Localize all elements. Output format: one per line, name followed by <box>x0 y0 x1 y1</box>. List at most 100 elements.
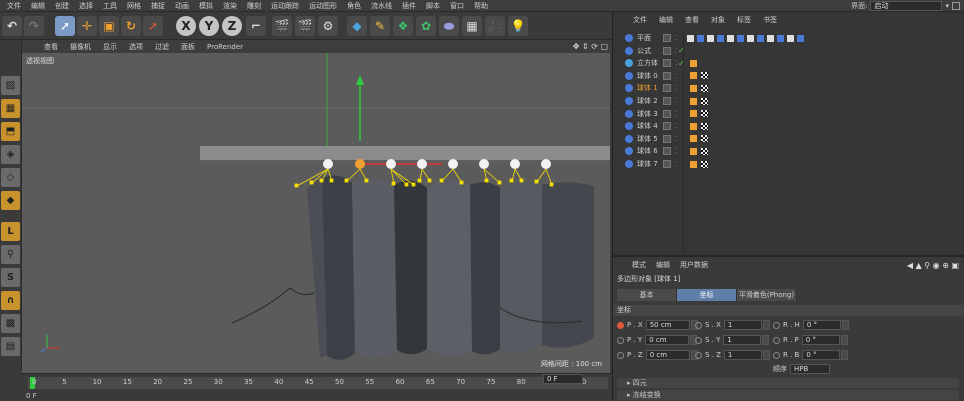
layer-icon[interactable] <box>663 109 671 118</box>
radio-icon[interactable] <box>773 336 780 344</box>
array-icon[interactable]: ✿ <box>416 16 436 36</box>
tab-coord[interactable]: 坐标 <box>677 289 737 301</box>
undo-icon[interactable]: ↶ <box>2 16 22 36</box>
layer-icon[interactable] <box>663 122 671 131</box>
material-tag-icon[interactable] <box>701 84 708 92</box>
menu-motion-tracking[interactable]: 运动跟踪 <box>266 1 304 11</box>
visibility-icon[interactable]: ⁚ <box>675 84 679 92</box>
material-tag-icon[interactable] <box>701 147 708 155</box>
pen-icon[interactable]: ✎ <box>370 16 390 36</box>
layer-icon[interactable] <box>663 134 671 143</box>
tag-icon[interactable] <box>797 34 804 42</box>
om-menu-view[interactable]: 查看 <box>679 15 705 25</box>
render-view-icon[interactable]: 🎬 <box>272 16 292 36</box>
object-row[interactable]: 球体 5 ⁚ <box>615 133 963 145</box>
pos-y-field[interactable]: P . Y0 cm <box>617 335 698 345</box>
radio-icon[interactable] <box>695 321 702 329</box>
layer-icon[interactable] <box>663 84 671 93</box>
menu-select[interactable]: 选择 <box>74 1 98 11</box>
om-menu-object[interactable]: 对象 <box>705 15 731 25</box>
menu-mograph[interactable]: 运动图形 <box>304 1 342 11</box>
tag-icon[interactable] <box>777 34 784 42</box>
object-name[interactable]: 球体 2 <box>637 96 658 106</box>
scale-y-field[interactable]: S . Y1 <box>695 335 770 345</box>
radio-icon[interactable] <box>617 321 624 329</box>
radio-icon[interactable] <box>617 336 624 344</box>
menu-render[interactable]: 渲染 <box>218 1 242 11</box>
viewport-nav-icons[interactable]: ✥ ⇕ ⟳ ▢ <box>573 42 608 51</box>
visibility-icon[interactable]: ⁚ <box>675 135 679 143</box>
chevron-down-icon[interactable]: ▾ <box>945 2 949 10</box>
radio-icon[interactable] <box>773 321 780 329</box>
coordinate-system-icon[interactable]: ⌐ <box>246 16 266 36</box>
x-axis-icon[interactable]: X <box>176 16 196 36</box>
section-freeze-transform[interactable]: ▸ 冻结变换 <box>617 390 959 400</box>
object-name[interactable]: 公式 <box>637 46 651 56</box>
object-row[interactable]: 立方体 ⁚ ✓ <box>615 57 963 69</box>
phong-tag-icon[interactable] <box>690 122 697 130</box>
visibility-icon[interactable]: ⁚ <box>675 160 679 168</box>
object-name[interactable]: 球体 5 <box>637 134 658 144</box>
material-tag-icon[interactable] <box>701 135 708 143</box>
viewport-menu-display[interactable]: 显示 <box>97 42 123 52</box>
material-tag-icon[interactable] <box>701 72 708 80</box>
tag-icon[interactable] <box>757 34 764 42</box>
radio-icon[interactable] <box>617 351 624 359</box>
visibility-icon[interactable]: ⁚ <box>675 34 679 42</box>
object-row[interactable]: 球体 3 ⁚ <box>615 108 963 120</box>
object-name[interactable]: 平面 <box>637 33 651 43</box>
object-name[interactable]: 球体 1 <box>637 83 658 93</box>
object-row[interactable]: 公式 ⁚ ✓ <box>615 45 963 57</box>
pos-x-field[interactable]: P . X 50 cm <box>617 320 698 330</box>
attr-menu-user-data[interactable]: 用户数据 <box>675 260 713 270</box>
tag-icon[interactable] <box>747 34 754 42</box>
phong-tag-icon[interactable] <box>690 84 697 92</box>
workplane-lock-icon[interactable]: ▩ <box>1 314 20 333</box>
phong-tag-icon[interactable] <box>690 110 697 118</box>
visibility-icon[interactable]: ⁚ <box>675 147 679 155</box>
material-tag-icon[interactable] <box>701 97 708 105</box>
layer-icon[interactable] <box>663 46 671 55</box>
menu-plugins[interactable]: 插件 <box>397 1 421 11</box>
tab-phong[interactable]: 平滑着色(Phong) <box>737 289 797 301</box>
object-name[interactable]: 立方体 <box>637 58 658 68</box>
material-tag-icon[interactable] <box>701 110 708 118</box>
deformer-icon[interactable]: ⬬ <box>439 16 459 36</box>
radio-icon[interactable] <box>695 351 702 359</box>
om-menu-file[interactable]: 文件 <box>627 15 653 25</box>
tag-icon[interactable] <box>737 34 744 42</box>
phong-tag-icon[interactable] <box>690 147 697 155</box>
tag-icon[interactable] <box>717 34 724 42</box>
tag-icon[interactable] <box>697 34 704 42</box>
layer-icon[interactable] <box>663 147 671 156</box>
visibility-icon[interactable]: ⁚ <box>675 97 679 105</box>
z-axis-icon[interactable]: Z <box>222 16 242 36</box>
scale-x-field[interactable]: S . X1 <box>695 320 770 330</box>
radio-icon[interactable] <box>773 351 780 359</box>
object-row[interactable]: 球体 6 ⁚ <box>615 145 963 157</box>
object-row[interactable]: 球体 1 ⁚ <box>615 82 963 94</box>
axis-mode-icon[interactable]: L <box>1 222 20 241</box>
menu-file[interactable]: 文件 <box>2 1 26 11</box>
workplane-icon[interactable]: ⬒ <box>1 122 20 141</box>
stepper-icon[interactable] <box>841 320 849 330</box>
order-field[interactable]: 顺序 HPB <box>773 364 830 374</box>
menu-tools[interactable]: 工具 <box>98 1 122 11</box>
menu-window[interactable]: 窗口 <box>445 1 469 11</box>
make-editable-icon[interactable]: ▨ <box>1 76 20 95</box>
check-icon[interactable]: ✓ <box>678 46 685 55</box>
attr-menu-edit[interactable]: 编辑 <box>651 260 675 270</box>
stepper-icon[interactable] <box>840 335 848 345</box>
menu-sculpt[interactable]: 雕刻 <box>242 1 266 11</box>
rot-b-field[interactable]: R . B0 ° <box>773 350 849 360</box>
attr-nav-icons[interactable]: ◀ ▲ ⚲ ◉ ⊕ ▣ <box>907 261 959 270</box>
viewport-menu-view[interactable]: 查看 <box>38 42 64 52</box>
stepper-icon[interactable] <box>762 335 770 345</box>
menu-animate[interactable]: 动画 <box>170 1 194 11</box>
object-name[interactable]: 球体 3 <box>637 109 658 119</box>
light-icon[interactable]: 💡 <box>508 16 528 36</box>
tag-icon[interactable] <box>767 34 774 42</box>
menu-character[interactable]: 角色 <box>342 1 366 11</box>
camera-icon[interactable]: 🎥 <box>485 16 505 36</box>
stepper-icon[interactable] <box>762 350 770 360</box>
